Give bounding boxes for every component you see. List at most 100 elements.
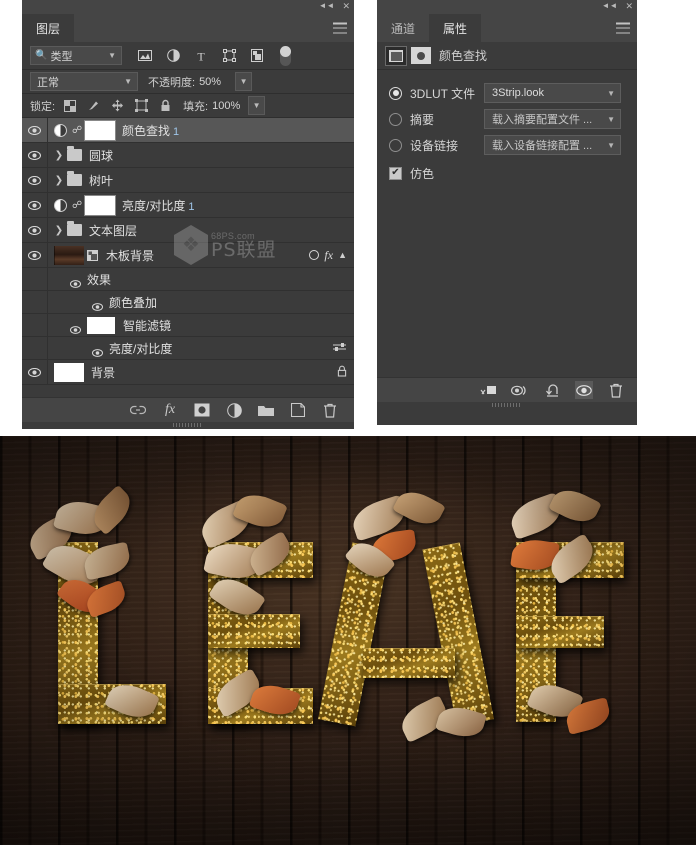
layer-visibility-toggle[interactable] xyxy=(22,243,48,267)
chevron-right-icon[interactable]: ❯ xyxy=(54,175,64,186)
smart-filter-mask-thumbnail[interactable] xyxy=(87,316,115,334)
blend-mode-select[interactable]: 正常 ▼ xyxy=(30,72,138,91)
delete-icon[interactable] xyxy=(607,381,625,399)
eye-icon[interactable] xyxy=(92,344,103,357)
smartobject-filter-icon[interactable] xyxy=(250,49,264,63)
layer-thumbnail[interactable] xyxy=(54,362,84,382)
layer-row-indicators: fx ▲ xyxy=(309,248,354,263)
radio-abstract[interactable] xyxy=(389,112,402,126)
link-layers-icon[interactable] xyxy=(130,402,146,418)
effects-label: 亮度/对比度 xyxy=(109,341,173,356)
panel-menu-icon[interactable] xyxy=(616,22,630,34)
layer-mask-icon[interactable] xyxy=(411,47,431,64)
type-filter-icon[interactable]: T xyxy=(194,49,208,63)
lock-all-icon[interactable] xyxy=(159,99,172,112)
link-mask-icon[interactable]: ☍ xyxy=(72,200,82,211)
lut-grid-icon[interactable] xyxy=(385,45,407,66)
eye-icon[interactable] xyxy=(70,321,81,334)
lock-transparent-icon[interactable] xyxy=(63,99,76,112)
layer-row-group-leaves[interactable]: ❯ 树叶 xyxy=(22,168,354,193)
option-row-abstract[interactable]: 摘要 载入摘要配置文件 ... ▼ xyxy=(377,106,637,132)
delete-layer-icon[interactable] xyxy=(322,402,338,418)
panel-resize-grip[interactable] xyxy=(173,423,203,427)
lock-position-icon[interactable] xyxy=(111,99,124,112)
new-group-icon[interactable] xyxy=(258,402,274,418)
effects-row-smart-filters[interactable]: 智能滤镜 xyxy=(22,314,354,337)
chevron-right-icon[interactable]: ❯ xyxy=(54,150,64,161)
blending-options-icon[interactable] xyxy=(333,342,346,355)
layers-panel-titlebar: ◄◄ ✕ xyxy=(22,0,354,14)
add-layer-mask-icon[interactable] xyxy=(194,402,210,418)
layer-name: 背景 xyxy=(91,365,116,380)
adjustment-filter-icon[interactable] xyxy=(166,49,180,63)
layer-row-content: 背景 xyxy=(48,360,354,384)
effects-visibility-spacer xyxy=(22,291,48,313)
clip-to-layer-icon[interactable] xyxy=(479,381,497,399)
shape-filter-icon[interactable] xyxy=(222,49,236,63)
eye-icon xyxy=(28,150,41,160)
close-icon[interactable]: ✕ xyxy=(625,1,633,11)
panel-resize-grip[interactable] xyxy=(492,403,522,407)
eye-icon[interactable] xyxy=(70,275,81,288)
close-icon[interactable]: ✕ xyxy=(342,1,350,11)
fill-value[interactable]: 100% xyxy=(212,100,242,112)
tab-channels[interactable]: 通道 xyxy=(377,14,429,42)
option-row-device-link[interactable]: 设备链接 载入设备链接配置 ... ▼ xyxy=(377,132,637,158)
pixel-filter-icon[interactable] xyxy=(138,49,152,63)
effects-row-brightness-contrast-filter[interactable]: 亮度/对比度 xyxy=(22,337,354,360)
double-chevron-left-icon[interactable]: ◄◄ xyxy=(319,1,335,11)
dither-row[interactable]: ✔ 仿色 xyxy=(377,160,637,186)
add-layer-style-icon[interactable]: fx xyxy=(162,402,178,418)
layer-visibility-toggle[interactable] xyxy=(22,168,48,192)
new-layer-icon[interactable] xyxy=(290,402,306,418)
layer-row-color-lookup[interactable]: ☍ 颜色查找 1 xyxy=(22,118,354,143)
toggle-visibility-icon[interactable] xyxy=(575,381,593,399)
chevron-right-icon[interactable]: ❯ xyxy=(54,225,64,236)
panel-menu-icon[interactable] xyxy=(333,22,347,34)
chevron-down-icon: ▼ xyxy=(108,51,116,60)
effects-row-effects[interactable]: 效果 xyxy=(22,268,354,291)
link-mask-icon[interactable]: ☍ xyxy=(72,125,82,136)
dither-checkbox[interactable]: ✔ xyxy=(389,166,402,180)
layer-visibility-toggle[interactable] xyxy=(22,118,48,142)
reset-icon[interactable] xyxy=(543,381,561,399)
layer-row-wood-background[interactable]: 木板背景 fx ▲ xyxy=(22,243,354,268)
layer-row-background[interactable]: 背景 xyxy=(22,360,354,385)
layer-thumbnail[interactable] xyxy=(54,245,84,265)
option-row-3dlut[interactable]: 3DLUT 文件 3Strip.look ▼ xyxy=(377,80,637,106)
effects-row-color-overlay[interactable]: 颜色叠加 xyxy=(22,291,354,314)
tab-properties[interactable]: 属性 xyxy=(429,14,482,42)
lock-image-icon[interactable] xyxy=(87,99,100,112)
radio-device-link[interactable] xyxy=(389,138,402,152)
opacity-value[interactable]: 50% xyxy=(199,76,229,88)
fill-chevron-down-icon[interactable]: ▼ xyxy=(248,96,266,115)
opacity-chevron-down-icon[interactable]: ▼ xyxy=(235,72,253,91)
document-canvas[interactable]: ❖ 68PS.com PS联盟 xyxy=(0,436,696,845)
layer-row-brightness-contrast[interactable]: ☍ 亮度/对比度 1 xyxy=(22,193,354,218)
layer-row-group-text[interactable]: ❯ 文本图层 xyxy=(22,218,354,243)
new-fill-adjustment-icon[interactable] xyxy=(226,402,242,418)
filter-kind-select[interactable]: 🔍 类型 ▼ xyxy=(30,46,122,65)
layer-row-group-sphere[interactable]: ❯ 圆球 xyxy=(22,143,354,168)
layer-mask-thumbnail[interactable] xyxy=(84,119,116,141)
tab-layers[interactable]: 图层 xyxy=(22,14,75,42)
panels-area: ◄◄ ✕ 图层 🔍 类型 ▼ T 正常 ▼ 不透明度: 50% ▼ 锁定: 填充… xyxy=(0,0,696,435)
layer-mask-thumbnail[interactable] xyxy=(84,194,116,216)
tab-properties-label: 属性 xyxy=(443,21,468,36)
lock-artboard-icon[interactable] xyxy=(135,99,149,112)
select-abstract-profile[interactable]: 载入摘要配置文件 ... ▼ xyxy=(484,109,621,129)
fx-icon[interactable]: fx xyxy=(324,248,333,263)
select-device-link-profile[interactable]: 载入设备链接配置 ... ▼ xyxy=(484,135,621,155)
filter-toggle[interactable] xyxy=(280,45,291,66)
view-previous-state-icon[interactable] xyxy=(511,381,529,399)
chevron-up-icon[interactable]: ▲ xyxy=(338,250,347,260)
eye-icon[interactable] xyxy=(92,298,103,311)
double-chevron-left-icon[interactable]: ◄◄ xyxy=(602,1,618,11)
layer-visibility-toggle[interactable] xyxy=(22,193,48,217)
layer-visibility-toggle[interactable] xyxy=(22,143,48,167)
layer-visibility-toggle[interactable] xyxy=(22,218,48,242)
layer-effects-visibility-icon[interactable] xyxy=(309,250,320,260)
radio-3dlut[interactable] xyxy=(389,86,402,100)
select-3dlut-file[interactable]: 3Strip.look ▼ xyxy=(484,83,621,103)
layer-visibility-toggle[interactable] xyxy=(22,360,48,384)
